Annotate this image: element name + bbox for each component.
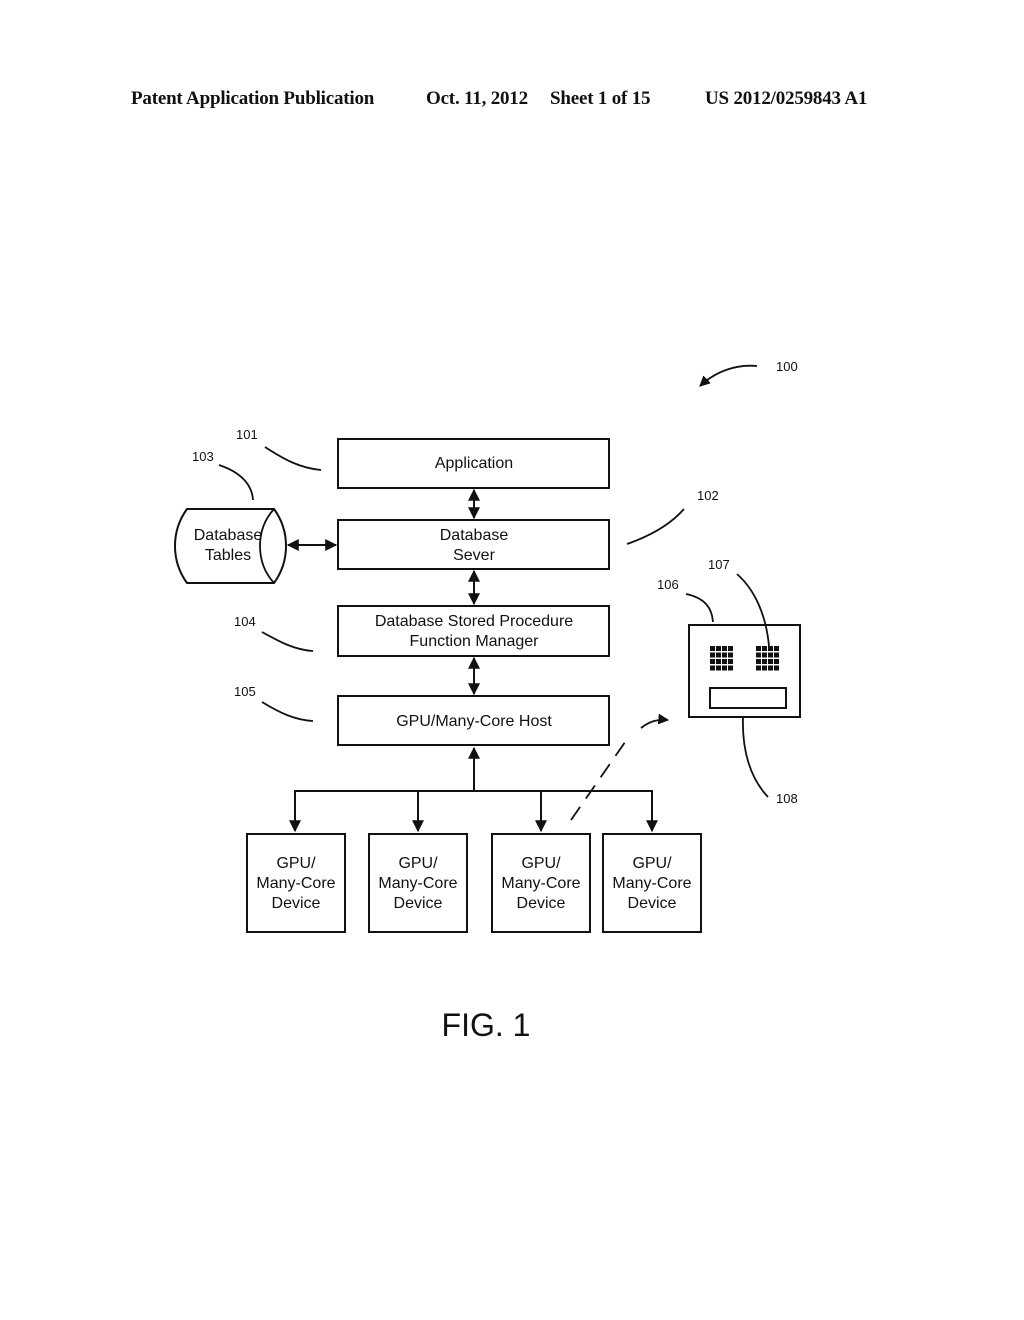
core-cell bbox=[710, 652, 715, 658]
ref-106: 106 bbox=[657, 577, 679, 592]
database-tables-label-line2: Tables bbox=[205, 547, 251, 564]
core-cell bbox=[768, 646, 773, 651]
ref-108: 108 bbox=[776, 791, 798, 806]
core-cell bbox=[710, 646, 715, 651]
core-cell bbox=[722, 659, 727, 664]
system-pointer-arrow bbox=[699, 364, 758, 387]
host-label: GPU/Many-Core Host bbox=[396, 713, 552, 730]
core-cell bbox=[768, 652, 773, 658]
database-tables-block: Database Tables 103 bbox=[173, 449, 288, 584]
core-cell bbox=[728, 646, 733, 651]
database-server-block: Database Sever 102 bbox=[337, 488, 719, 570]
application-label: Application bbox=[435, 455, 513, 472]
gpu-device-2: GPU/ Many-Core Device bbox=[368, 833, 468, 933]
database-tables-label-line1: Database bbox=[194, 527, 263, 544]
core-cell bbox=[762, 652, 767, 658]
core-cell bbox=[762, 659, 767, 664]
core-cell bbox=[710, 665, 715, 671]
device-detail-block: 106 107 108 bbox=[657, 557, 801, 806]
leader-106 bbox=[685, 593, 714, 623]
device-label-line2: Many-Core bbox=[501, 875, 580, 892]
device-label-line3: Device bbox=[517, 895, 566, 912]
core-cell bbox=[716, 665, 721, 671]
leader-103 bbox=[218, 464, 254, 501]
core-cell bbox=[756, 659, 761, 664]
leader-105 bbox=[261, 701, 314, 722]
application-block: Application 101 bbox=[236, 427, 610, 489]
device-label-line1: GPU/ bbox=[632, 855, 672, 872]
core-cell bbox=[774, 659, 779, 664]
gpu-device-3: GPU/ Many-Core Device bbox=[491, 833, 591, 933]
device-label-line3: Device bbox=[628, 895, 677, 912]
ref-102: 102 bbox=[697, 488, 719, 503]
core-cell bbox=[728, 659, 733, 664]
device-memory-box bbox=[709, 687, 787, 709]
host-block: GPU/Many-Core Host 105 bbox=[234, 684, 610, 746]
device-bus bbox=[289, 746, 658, 833]
database-server-label-line1: Database bbox=[440, 527, 509, 544]
device-label-line3: Device bbox=[394, 895, 443, 912]
leader-108 bbox=[742, 717, 769, 798]
stored-procedure-label-line2: Function Manager bbox=[410, 633, 540, 650]
system-diagram: 100 Application 101 Database Sever 102 D… bbox=[173, 359, 801, 1043]
device-label-line1: GPU/ bbox=[521, 855, 561, 872]
ref-101: 101 bbox=[236, 427, 258, 442]
core-cell bbox=[774, 665, 779, 671]
core-cell bbox=[768, 665, 773, 671]
core-cell bbox=[774, 652, 779, 658]
core-cell bbox=[716, 646, 721, 651]
core-cell bbox=[762, 665, 767, 671]
ref-100: 100 bbox=[776, 359, 798, 374]
core-cell bbox=[774, 646, 779, 651]
core-cell bbox=[756, 665, 761, 671]
core-cell bbox=[722, 652, 727, 658]
leader-102 bbox=[626, 508, 685, 545]
device-label-line1: GPU/ bbox=[398, 855, 438, 872]
system-ref-group: 100 bbox=[699, 359, 798, 387]
core-cell bbox=[728, 652, 733, 658]
core-cell bbox=[756, 646, 761, 651]
leader-101 bbox=[264, 446, 322, 471]
detail-expansion-dashed-line bbox=[570, 734, 631, 821]
ref-105: 105 bbox=[234, 684, 256, 699]
ref-103: 103 bbox=[192, 449, 214, 464]
device-label-line2: Many-Core bbox=[256, 875, 335, 892]
stored-procedure-block: Database Stored Procedure Function Manag… bbox=[234, 605, 610, 657]
gpu-device-4: GPU/ Many-Core Device bbox=[602, 833, 702, 933]
core-cell bbox=[728, 665, 733, 671]
leader-104 bbox=[261, 631, 314, 652]
device-label-line2: Many-Core bbox=[378, 875, 457, 892]
figure-label: FIG. 1 bbox=[442, 1007, 531, 1043]
core-cell bbox=[716, 652, 721, 658]
device-label-line1: GPU/ bbox=[276, 855, 316, 872]
core-cell bbox=[710, 659, 715, 664]
ref-107: 107 bbox=[708, 557, 730, 572]
core-cell bbox=[722, 665, 727, 671]
detail-expansion-arrowhead bbox=[640, 713, 670, 729]
stored-procedure-label-line1: Database Stored Procedure bbox=[375, 613, 573, 630]
core-cell bbox=[722, 646, 727, 651]
device-label-line2: Many-Core bbox=[612, 875, 691, 892]
core-cell bbox=[762, 646, 767, 651]
core-cell bbox=[768, 659, 773, 664]
ref-104: 104 bbox=[234, 614, 256, 629]
database-tables-cylinder bbox=[173, 508, 288, 584]
database-server-label-line2: Sever bbox=[453, 547, 495, 564]
core-cell bbox=[756, 652, 761, 658]
core-cell bbox=[716, 659, 721, 664]
device-label-line3: Device bbox=[272, 895, 321, 912]
gpu-device-1: GPU/ Many-Core Device bbox=[246, 833, 346, 933]
